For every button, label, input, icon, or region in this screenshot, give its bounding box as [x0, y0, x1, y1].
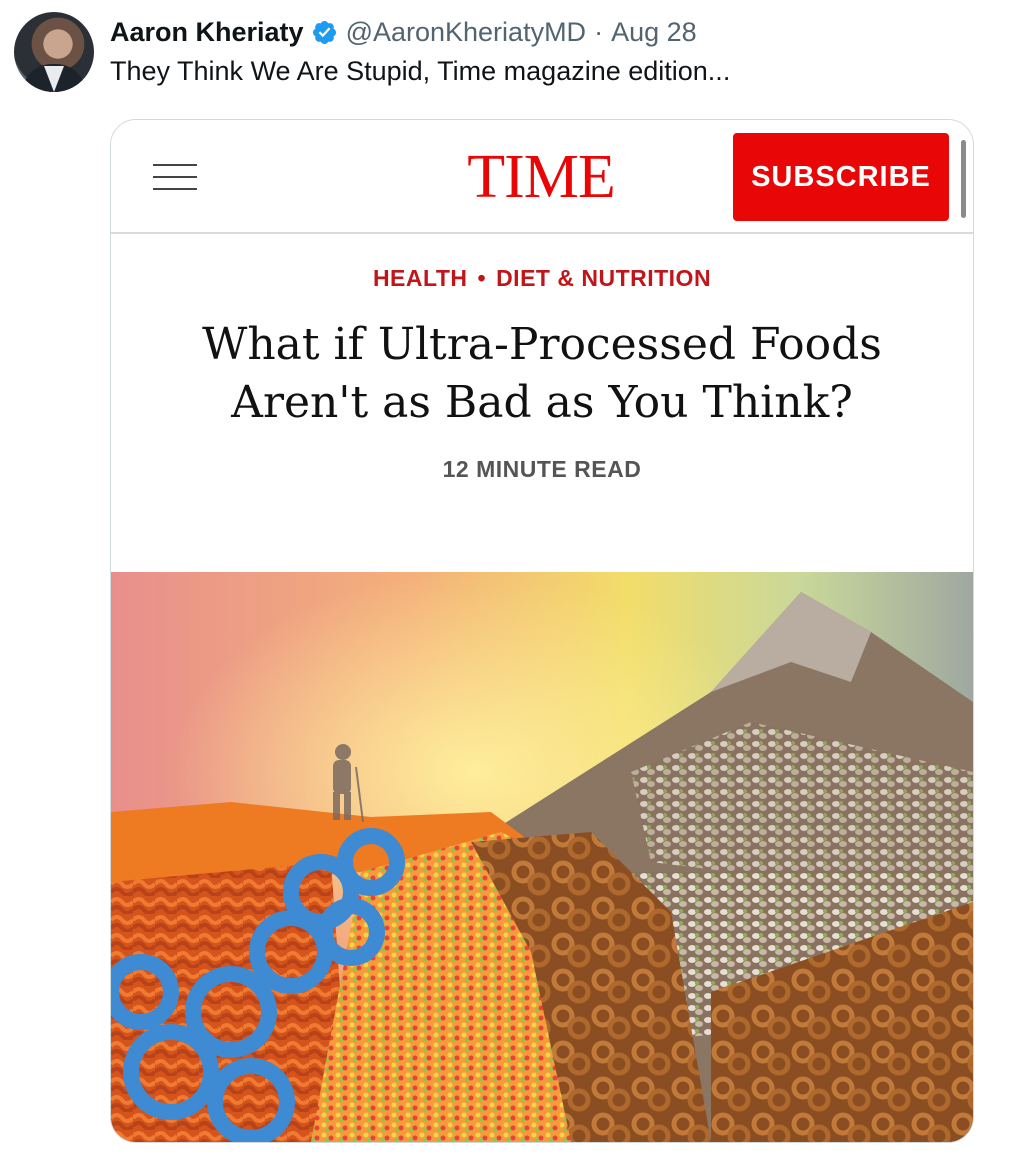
time-logo[interactable]: TIME — [421, 142, 661, 212]
verified-badge-icon — [312, 20, 336, 44]
tweet-header: Aaron Kheriaty @AaronKheriatyMD · Aug 28 — [110, 12, 697, 52]
category-health[interactable]: HEALTH — [373, 265, 468, 291]
tweet-date[interactable]: Aug 28 — [611, 17, 697, 48]
author-name[interactable]: Aaron Kheriaty — [110, 17, 304, 48]
read-time: 12 MINUTE READ — [442, 456, 642, 482]
author-handle[interactable]: @AaronKheriatyMD — [346, 17, 587, 48]
hamburger-menu-icon[interactable] — [153, 164, 197, 190]
headline-line-1: What if Ultra-Processed Foods — [202, 319, 882, 370]
article-headline: What if Ultra-Processed Foods Aren't as … — [131, 316, 953, 432]
category-separator: • — [477, 265, 487, 291]
article-categories: HEALTH • DIET & NUTRITION — [111, 265, 973, 292]
meta-separator: · — [594, 16, 604, 47]
scrollbar-thumb[interactable] — [961, 140, 966, 218]
category-diet-nutrition[interactable]: DIET & NUTRITION — [496, 265, 711, 291]
embedded-image-card[interactable]: TIME SUBSCRIBE HEALTH • DIET & NUTRITION W… — [110, 119, 974, 1143]
subscribe-button[interactable]: SUBSCRIBE — [733, 133, 949, 221]
time-site-header: TIME SUBSCRIBE — [111, 120, 973, 234]
headline-line-2: Aren't as Bad as You Think? — [231, 377, 853, 428]
author-avatar[interactable] — [14, 12, 94, 92]
hero-image — [111, 572, 973, 1142]
tweet-text: They Think We Are Stupid, Time magazine … — [110, 56, 731, 86]
